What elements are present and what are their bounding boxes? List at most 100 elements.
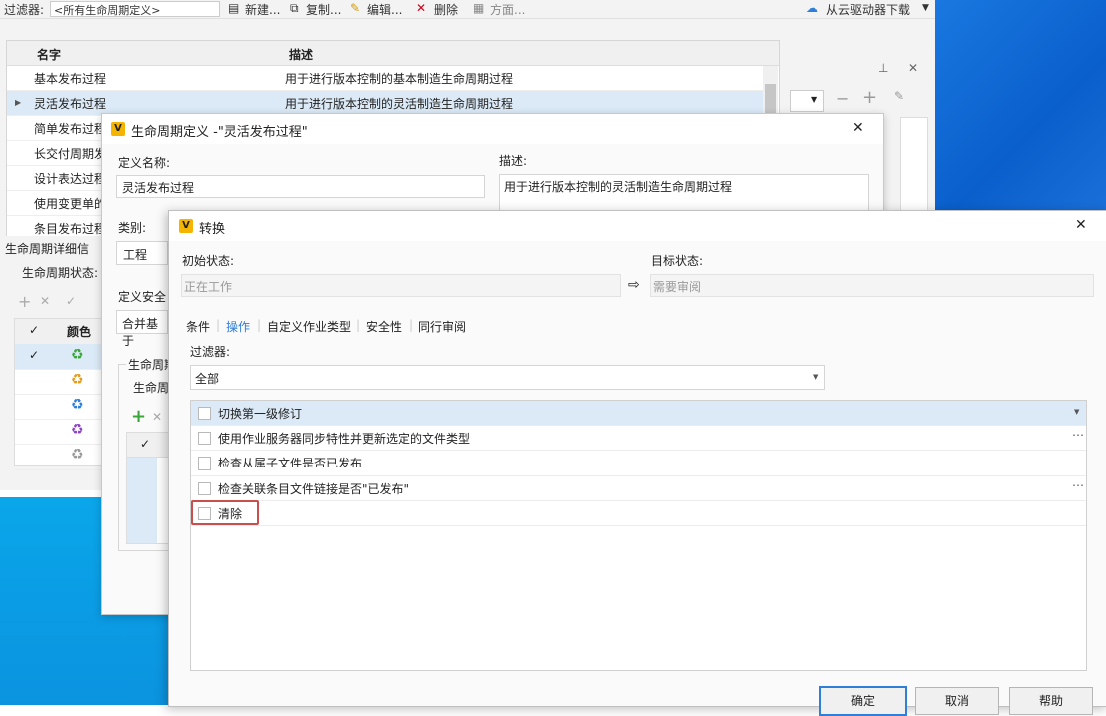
- table-header: 名字 描述: [7, 41, 779, 66]
- cloud-download-button[interactable]: 从云驱动器下载: [826, 1, 910, 18]
- state-recycle-icon-orange: ♻: [71, 372, 84, 388]
- security-select[interactable]: 合并基于: [116, 310, 168, 348]
- remove-state-icon[interactable]: ✕: [40, 294, 50, 308]
- pin-icon[interactable]: ⊥: [878, 61, 888, 75]
- edit-button[interactable]: 编辑...: [367, 1, 402, 18]
- cancel-button[interactable]: 取消: [915, 687, 999, 715]
- table-row-selected[interactable]: [127, 458, 157, 543]
- arrow-right-icon: ⇨: [628, 277, 640, 293]
- help-button[interactable]: 帮助: [1009, 687, 1093, 715]
- chevron-down-icon[interactable]: ▼: [922, 3, 929, 13]
- list-item[interactable]: 检查关联条目文件链接是否"已发布" ⋯: [191, 476, 1086, 501]
- tab-conditions[interactable]: 条件: [186, 318, 210, 335]
- add-icon[interactable]: +: [131, 406, 146, 427]
- close-icon[interactable]: ✕: [852, 120, 864, 136]
- list-item[interactable]: 使用作业服务器同步特性并更新选定的文件类型 ⋯: [191, 426, 1086, 451]
- tab-custom-job-types[interactable]: 自定义作业类型: [267, 318, 351, 335]
- tab-separator: |: [257, 318, 262, 332]
- header-description[interactable]: 描述: [289, 46, 313, 63]
- list-item[interactable]: 清除: [191, 501, 1086, 526]
- header-color: 颜色: [67, 325, 92, 339]
- actions-list: 切换第一级修订 ▼ 使用作业服务器同步特性并更新选定的文件类型 ⋯ 检查从属子文…: [190, 400, 1087, 671]
- close-icon[interactable]: ✕: [908, 61, 918, 75]
- category-select[interactable]: 工程: [116, 241, 168, 265]
- scheme-button[interactable]: 方面...: [490, 1, 525, 18]
- from-state-value: 正在工作: [184, 280, 233, 294]
- highlight-box: [191, 500, 259, 525]
- definition-name-label: 定义名称:: [118, 156, 171, 170]
- tab-actions[interactable]: 操作: [226, 318, 250, 335]
- action-label: 切换第一级修订: [218, 407, 303, 421]
- action-checkbox[interactable]: [198, 482, 211, 495]
- copy-button[interactable]: 复制...: [306, 1, 341, 18]
- add-icon[interactable]: +: [862, 87, 877, 108]
- actions-filter-select[interactable]: 全部 ▼: [190, 365, 825, 390]
- lifecycle-states-table: ✓: [126, 432, 170, 544]
- row-desc: 用于进行版本控制的灵活制造生命周期过程: [285, 97, 514, 111]
- transition-dialog: V 转换 ✕ 初始状态: 正在工作 ⇨ 目标状态: 需要审阅 条件 | 操作 |…: [168, 210, 1106, 716]
- action-checkbox[interactable]: [198, 432, 211, 445]
- definition-name-field[interactable]: 灵活发布过程: [116, 175, 485, 198]
- dialog-title: 转换: [199, 222, 226, 237]
- security-label: 定义安全: [118, 290, 167, 304]
- chevron-down-icon[interactable]: ▼: [1074, 408, 1079, 416]
- security-value: 合并基于: [122, 317, 159, 348]
- new-icon: ▤: [228, 1, 240, 15]
- description-field[interactable]: 用于进行版本控制的灵活制造生命周期过程: [499, 174, 869, 212]
- list-item[interactable]: 切换第一级修订 ▼: [191, 401, 1086, 426]
- row-name: 设计表达过程: [34, 172, 107, 186]
- more-options-icon[interactable]: ⋯: [1072, 478, 1084, 492]
- vault-logo-icon: V: [111, 122, 125, 136]
- panel-dropdown[interactable]: ▼: [790, 90, 824, 112]
- tab-security[interactable]: 安全性: [366, 318, 402, 335]
- filter-label: 过滤器:: [4, 3, 45, 17]
- row-name: 长交付周期发: [34, 147, 107, 161]
- dialog-title: 生命周期定义 -"灵活发布过程": [131, 125, 308, 140]
- state-recycle-icon-blue: ♻: [71, 397, 84, 413]
- category-value: 工程: [123, 248, 148, 262]
- table-row[interactable]: 基本发布过程 用于进行版本控制的基本制造生命周期过程: [7, 66, 763, 91]
- remove-icon[interactable]: ✕: [152, 410, 162, 424]
- row-desc: 用于进行版本控制的基本制造生命周期过程: [285, 72, 514, 86]
- action-checkbox[interactable]: [198, 407, 211, 420]
- cloud-icon: ☁: [806, 1, 818, 15]
- header-name[interactable]: 名字: [37, 46, 61, 63]
- transition-tabs: 条件 | 操作 | 自定义作业类型 | 安全性 | 同行审阅: [186, 318, 586, 336]
- action-label: 检查从属子文件是否已发布: [218, 457, 363, 467]
- ok-button[interactable]: 确定: [819, 686, 907, 716]
- row-name: 使用变更单的: [34, 197, 107, 211]
- actions-filter-label: 过滤器:: [190, 345, 231, 359]
- new-button[interactable]: 新建...: [245, 1, 280, 18]
- row-pointer-icon: ▶: [15, 98, 22, 107]
- desktop-background: [935, 0, 1106, 210]
- check-column-icon: ✓: [140, 437, 151, 451]
- check-state-icon[interactable]: ✓: [66, 294, 76, 308]
- definition-name-value: 灵活发布过程: [122, 181, 195, 195]
- row-name: 简单发布过程: [34, 122, 107, 136]
- tab-separator: |: [356, 318, 361, 332]
- tab-peer-review[interactable]: 同行审阅: [418, 318, 466, 335]
- close-icon[interactable]: ✕: [1075, 217, 1087, 233]
- row-name: 条目发布过程: [34, 222, 107, 236]
- delete-button[interactable]: 删除: [434, 1, 458, 18]
- pencil-icon[interactable]: ✎: [894, 89, 904, 103]
- list-item[interactable]: 检查从属子文件是否已发布: [191, 451, 1086, 476]
- to-state-field: 需要审阅: [650, 274, 1094, 297]
- check-icon: ✓: [29, 348, 40, 362]
- action-checkbox[interactable]: [198, 457, 211, 470]
- chevron-down-icon: ▼: [811, 95, 818, 104]
- description-label: 描述:: [499, 154, 528, 168]
- state-recycle-icon-purple: ♻: [71, 422, 84, 438]
- state-recycle-icon-gray: ♻: [71, 447, 84, 463]
- from-state-label: 初始状态:: [182, 254, 235, 268]
- to-state-label: 目标状态:: [651, 254, 704, 268]
- add-state-icon[interactable]: +: [18, 292, 31, 311]
- state-recycle-icon-green: ♻: [71, 347, 84, 363]
- more-options-icon[interactable]: ⋯: [1072, 428, 1084, 442]
- details-heading: 生命周期详细信: [5, 242, 90, 256]
- remove-icon[interactable]: −: [836, 89, 849, 108]
- filter-select[interactable]: <所有生命周期定义>: [50, 1, 220, 17]
- description-value: 用于进行版本控制的灵活制造生命周期过程: [504, 180, 733, 194]
- lifecycle-states-label: 生命周: [133, 381, 170, 395]
- row-name: 灵活发布过程: [34, 97, 107, 111]
